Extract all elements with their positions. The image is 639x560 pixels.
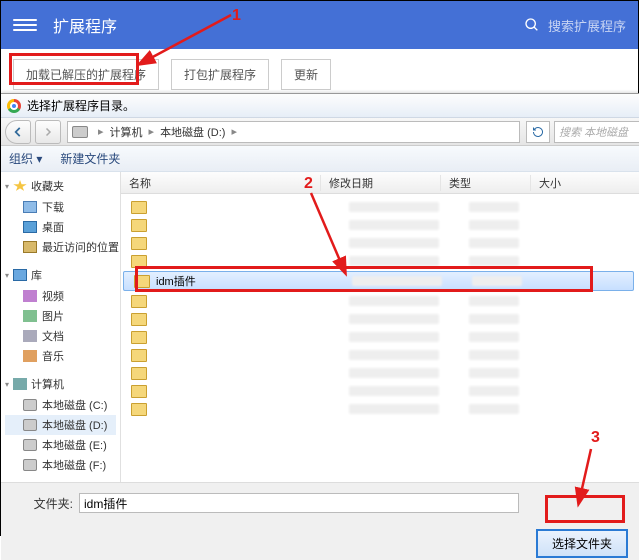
drive-icon: [23, 399, 37, 411]
folder-icon: [131, 367, 147, 380]
select-folder-button[interactable]: 选择文件夹: [536, 529, 628, 558]
organize-menu[interactable]: 组织 ▾: [9, 150, 42, 167]
arrow-right-icon: [42, 126, 54, 138]
search-placeholder: 搜索扩展程序: [548, 16, 626, 35]
sidebar-item-pictures[interactable]: 图片: [5, 306, 116, 326]
sidebar-item-drive-c[interactable]: 本地磁盘 (C:): [5, 395, 116, 415]
page-title: 扩展程序: [53, 13, 524, 37]
dialog-titlebar: 选择扩展程序目录。: [1, 94, 639, 118]
list-item[interactable]: [121, 400, 639, 418]
refresh-button[interactable]: [526, 121, 550, 143]
col-date[interactable]: 修改日期: [321, 175, 441, 191]
list-item[interactable]: [121, 292, 639, 310]
dialog-main: ▾收藏夹 下载 桌面 最近访问的位置 ▾库 视频 图片 文档 音乐 ▾计算机 本…: [1, 172, 639, 482]
sidebar-item-drive-e[interactable]: 本地磁盘 (E:): [5, 435, 116, 455]
drive-icon: [23, 459, 37, 471]
list-item[interactable]: [121, 198, 639, 216]
music-icon: [23, 350, 37, 362]
sidebar: ▾收藏夹 下载 桌面 最近访问的位置 ▾库 视频 图片 文档 音乐 ▾计算机 本…: [1, 172, 121, 482]
dialog-title-text: 选择扩展程序目录。: [27, 97, 135, 114]
folder-icon: [131, 349, 147, 362]
recent-icon: [23, 241, 37, 253]
breadcrumb[interactable]: ▸ 计算机 ▸ 本地磁盘 (D:) ▸: [67, 121, 520, 143]
list-item[interactable]: [121, 310, 639, 328]
folder-icon: [131, 385, 147, 398]
col-type[interactable]: 类型: [441, 175, 531, 191]
list-item[interactable]: [121, 382, 639, 400]
folder-input[interactable]: [79, 493, 519, 513]
drive-icon: [23, 439, 37, 451]
arrow-left-icon: [11, 125, 25, 139]
dialog-footer: 文件夹: 选择文件夹: [1, 482, 639, 560]
sidebar-head-computer[interactable]: ▾计算机: [5, 376, 116, 392]
rows-container: idm插件: [121, 194, 639, 422]
col-size[interactable]: 大小: [531, 175, 639, 191]
sidebar-item-desktop[interactable]: 桌面: [5, 217, 116, 237]
folder-icon: [131, 331, 147, 344]
file-list: 名称 修改日期 类型 大小 idm插件: [121, 172, 639, 482]
selected-folder-name: idm插件: [156, 273, 336, 289]
computer-icon: [13, 378, 27, 390]
sidebar-item-recent[interactable]: 最近访问的位置: [5, 237, 116, 257]
sidebar-item-drive-d[interactable]: 本地磁盘 (D:): [5, 415, 116, 435]
sidebar-item-music[interactable]: 音乐: [5, 346, 116, 366]
load-unpacked-button[interactable]: 加载已解压的扩展程序: [13, 59, 159, 90]
desktop-icon: [23, 221, 37, 233]
nav-back-button[interactable]: [5, 120, 31, 144]
folder-icon: [131, 295, 147, 308]
sidebar-item-documents[interactable]: 文档: [5, 326, 116, 346]
picture-icon: [23, 310, 37, 322]
folder-icon: [131, 403, 147, 416]
location-search-input[interactable]: 搜索 本地磁盘: [554, 121, 639, 143]
folder-icon: [131, 219, 147, 232]
organize-bar: 组织 ▾ 新建文件夹: [1, 146, 639, 172]
library-icon: [13, 269, 27, 281]
search-box[interactable]: 搜索扩展程序: [524, 16, 626, 35]
sidebar-head-libraries[interactable]: ▾库: [5, 267, 116, 283]
crumb-drive[interactable]: 本地磁盘 (D:): [160, 124, 225, 140]
document-icon: [23, 330, 37, 342]
update-button[interactable]: 更新: [281, 59, 331, 90]
download-icon: [23, 201, 37, 213]
chrome-header: 扩展程序 搜索扩展程序: [1, 1, 638, 49]
list-item[interactable]: [121, 216, 639, 234]
crumb-computer[interactable]: 计算机: [110, 124, 143, 140]
folder-icon: [131, 237, 147, 250]
sidebar-head-favorites[interactable]: ▾收藏夹: [5, 178, 116, 194]
search-icon: [524, 17, 540, 33]
list-item[interactable]: [121, 364, 639, 382]
col-name[interactable]: 名称: [121, 175, 321, 191]
drive-icon: [72, 126, 88, 138]
folder-label: 文件夹:: [13, 495, 73, 512]
sidebar-item-videos[interactable]: 视频: [5, 286, 116, 306]
folder-icon: [134, 275, 150, 288]
sidebar-item-downloads[interactable]: 下载: [5, 197, 116, 217]
list-item[interactable]: [121, 252, 639, 270]
folder-icon: [131, 201, 147, 214]
folder-icon: [131, 255, 147, 268]
sidebar-item-drive-f[interactable]: 本地磁盘 (F:): [5, 455, 116, 475]
chrome-favicon-icon: [7, 99, 21, 113]
list-item[interactable]: [121, 346, 639, 364]
list-item[interactable]: [121, 234, 639, 252]
drive-icon: [23, 419, 37, 431]
folder-icon: [131, 313, 147, 326]
nav-forward-button[interactable]: [35, 120, 61, 144]
list-item[interactable]: [121, 328, 639, 346]
list-item-selected[interactable]: idm插件: [123, 271, 634, 291]
video-icon: [23, 290, 37, 302]
folder-dialog: 选择扩展程序目录。 ▸ 计算机 ▸ 本地磁盘 (D:) ▸ 搜索 本地磁盘 组织…: [1, 93, 639, 535]
column-headers: 名称 修改日期 类型 大小: [121, 172, 639, 194]
nav-bar: ▸ 计算机 ▸ 本地磁盘 (D:) ▸ 搜索 本地磁盘: [1, 118, 639, 146]
pack-button[interactable]: 打包扩展程序: [171, 59, 269, 90]
star-icon: [13, 180, 27, 192]
menu-icon[interactable]: [13, 19, 37, 31]
new-folder-button[interactable]: 新建文件夹: [60, 150, 120, 167]
refresh-icon: [532, 126, 544, 138]
